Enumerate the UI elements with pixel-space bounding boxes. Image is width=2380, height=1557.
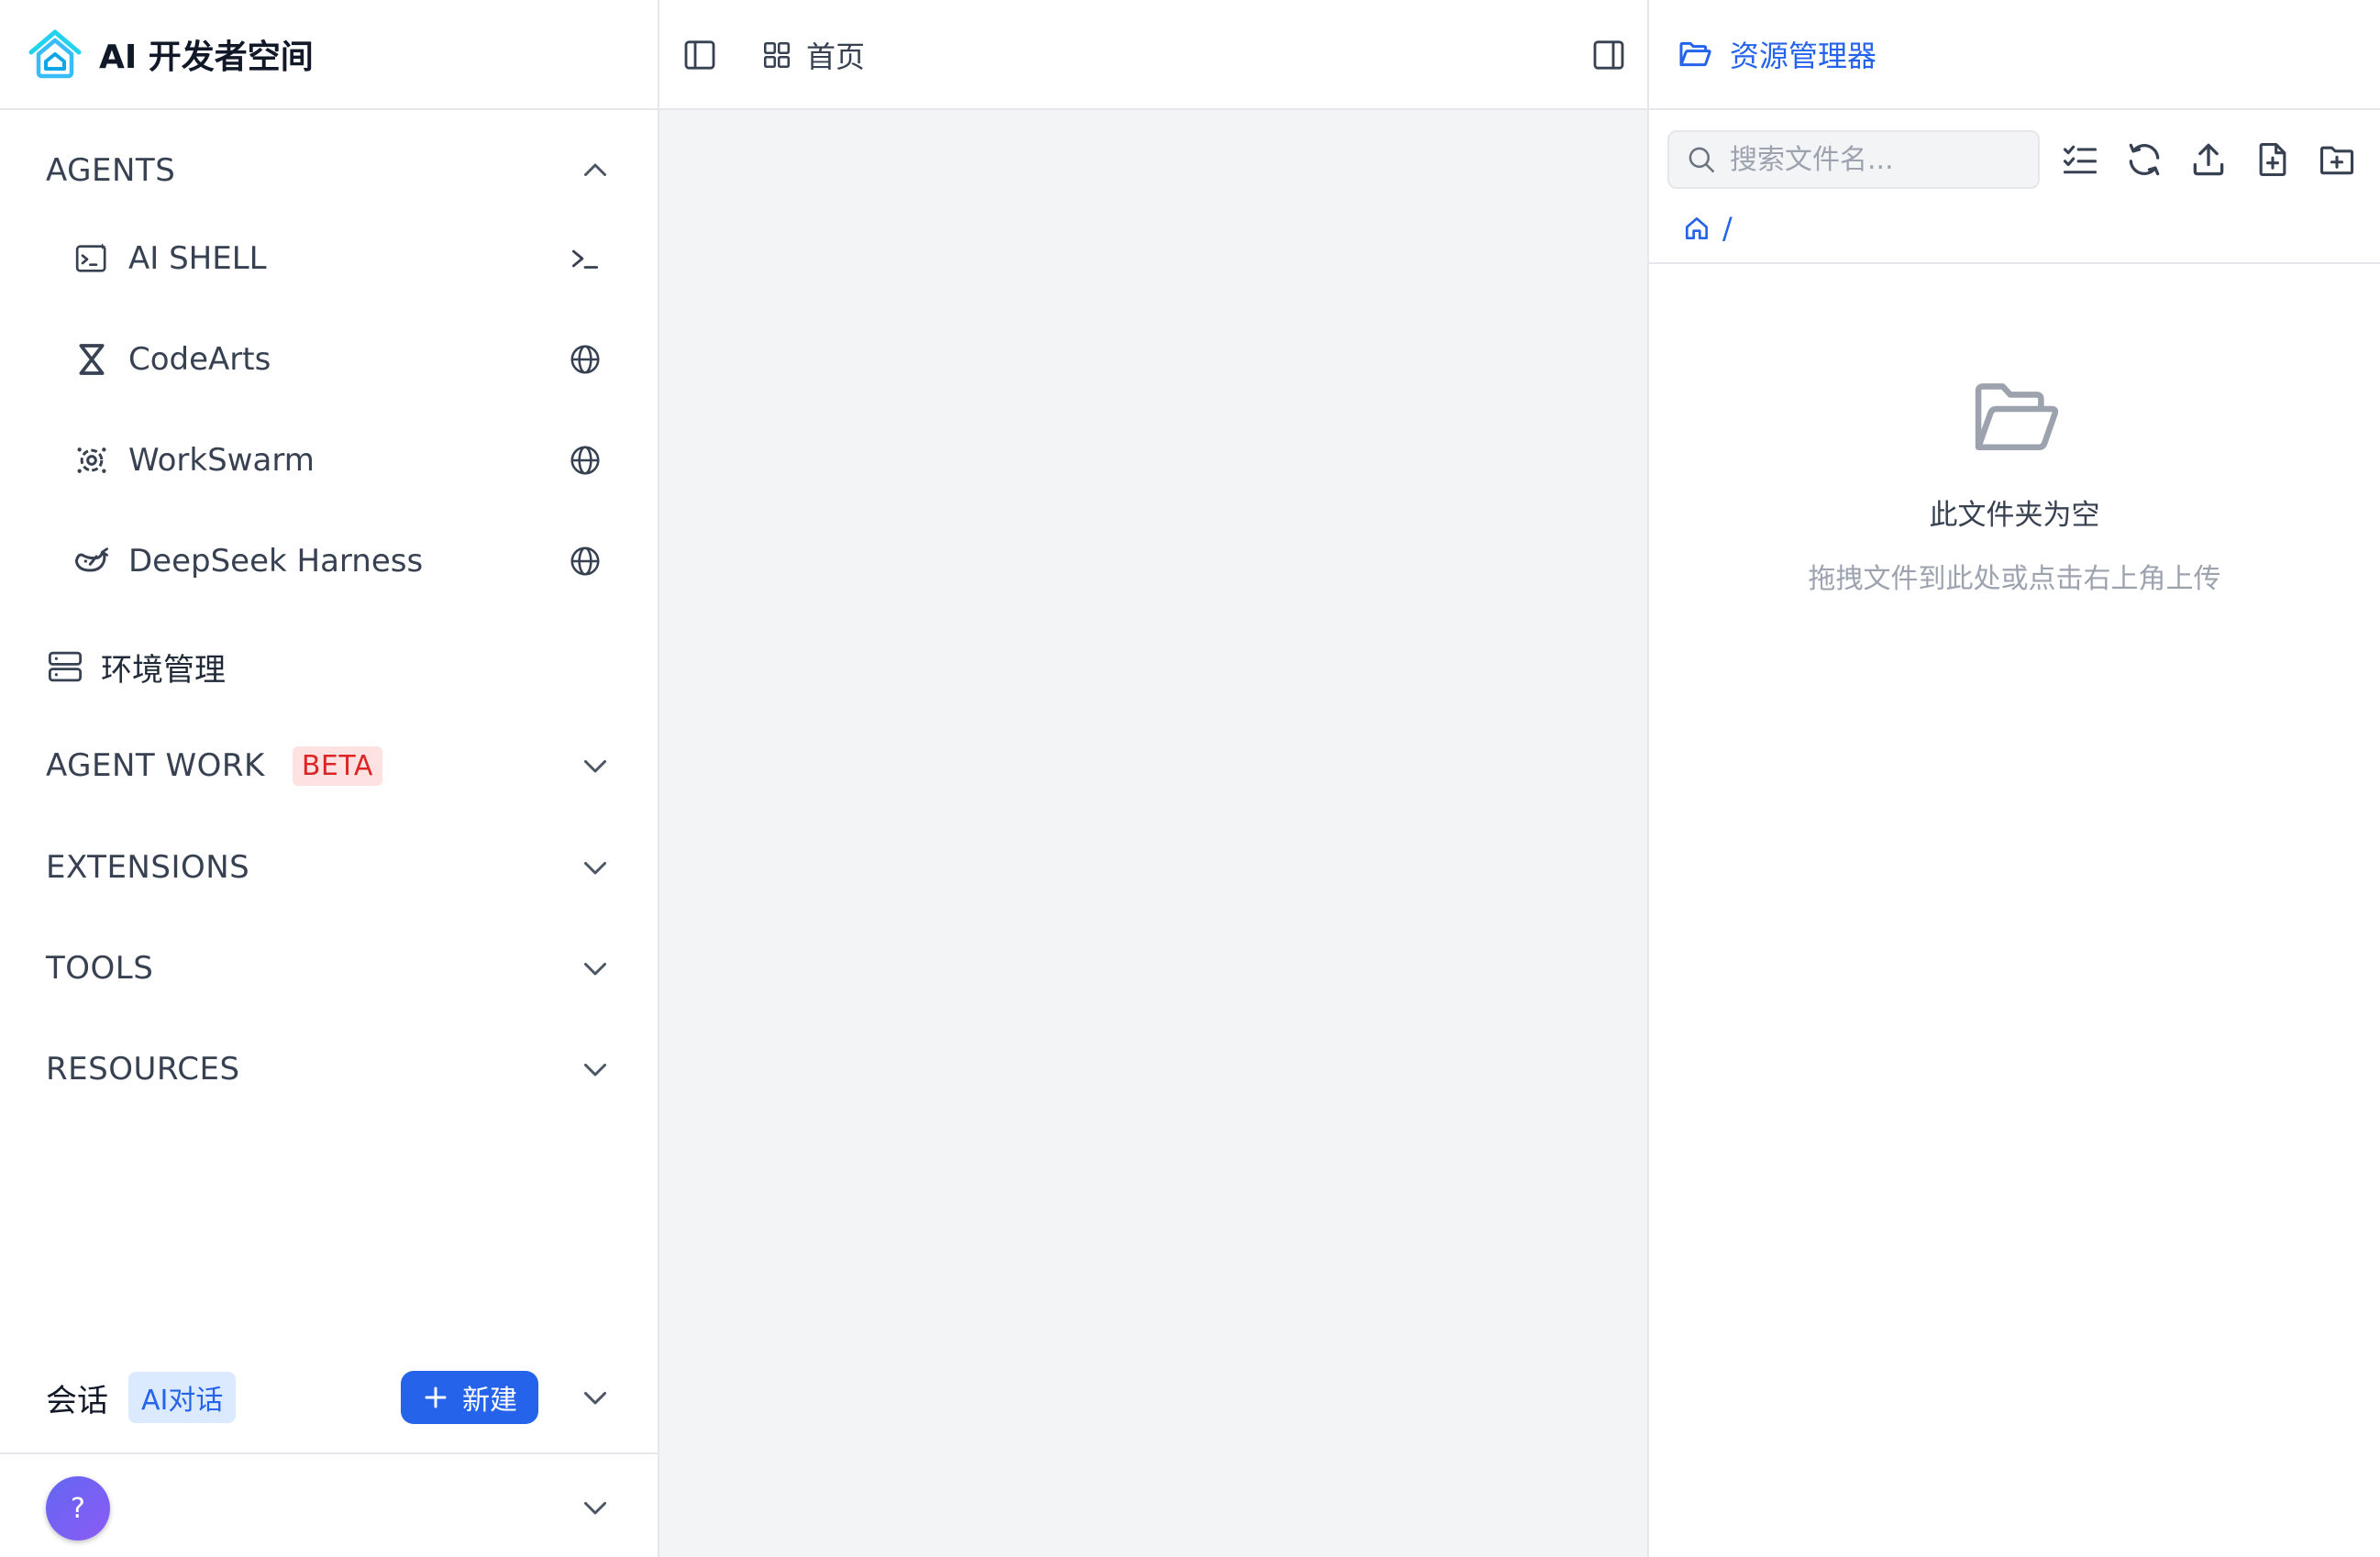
sidebar-item-env-management[interactable]: 环境管理 <box>46 635 226 699</box>
file-search-box[interactable] <box>1667 130 2040 189</box>
file-search-input[interactable] <box>1730 143 2023 176</box>
chevron-up-icon <box>584 163 606 176</box>
globe-icon[interactable] <box>568 443 603 478</box>
help-button[interactable]: ? <box>46 1476 110 1540</box>
main-canvas: 首页 <box>659 0 1647 1557</box>
main-header: 首页 <box>659 0 1647 110</box>
new-file-icon[interactable] <box>2253 139 2293 180</box>
new-chat-label: 新建 <box>462 1386 517 1416</box>
chevron-down-icon <box>584 862 606 875</box>
tab-home-label: 首页 <box>806 39 866 74</box>
codearts-logo-icon <box>79 344 105 375</box>
resource-explorer: 资源管理器 搜索文件名... / 此文件夹为空 拖拽文件到此处或点击右上角上传 <box>1647 0 2380 1557</box>
agent-item-label: DeepSeek Harness <box>128 543 424 580</box>
section-agents[interactable]: AGENTS <box>46 141 612 200</box>
chevron-down-icon[interactable] <box>579 1491 612 1524</box>
brand-title: AI 开发者空间 <box>99 39 314 76</box>
empty-state-hint: 拖拽文件到此处或点击右上角上传 <box>1808 563 2221 595</box>
checklist-icon[interactable] <box>2060 139 2100 180</box>
help-label: ? <box>71 1492 85 1525</box>
folder-open-icon <box>1679 41 1711 67</box>
empty-folder-icon <box>1975 383 2059 450</box>
divider <box>1649 262 2380 264</box>
new-chat-button[interactable]: 新建 <box>401 1371 538 1424</box>
agent-item-label: AI SHELL <box>128 240 267 277</box>
globe-icon[interactable] <box>568 342 603 377</box>
server-icon <box>48 651 83 682</box>
ai-chat-badge: AI对话 <box>128 1372 237 1423</box>
breadcrumb: / <box>1682 207 1732 249</box>
home-icon[interactable] <box>1682 214 1711 243</box>
refresh-icon[interactable] <box>2124 139 2164 180</box>
house-layers-icon <box>28 29 82 79</box>
chat-title: 会话 <box>46 1382 108 1419</box>
terminal-prompt-icon[interactable] <box>568 241 603 276</box>
whale-icon <box>74 547 108 572</box>
section-agents-title: AGENTS <box>46 152 176 189</box>
swarm-gear-icon <box>77 447 106 473</box>
section-resources-title: RESOURCES <box>46 1051 240 1088</box>
upload-icon[interactable] <box>2188 139 2229 180</box>
section-tools-title: TOOLS <box>46 950 154 987</box>
agent-item-workswarm[interactable]: WorkSwarm <box>73 428 612 492</box>
chevron-down-icon[interactable] <box>579 1381 612 1414</box>
agent-item-label: WorkSwarm <box>128 442 315 479</box>
chevron-down-icon <box>584 760 606 773</box>
section-agent-work[interactable]: AGENT WORK BETA <box>46 736 612 795</box>
search-icon <box>1688 147 1715 173</box>
section-extensions-title: EXTENSIONS <box>46 849 250 886</box>
section-resources[interactable]: RESOURCES <box>46 1040 612 1099</box>
tab-home[interactable]: 首页 <box>760 31 865 79</box>
section-tools[interactable]: TOOLS <box>46 939 612 998</box>
beta-badge: BETA <box>292 745 382 786</box>
chevron-down-icon <box>584 963 606 976</box>
app-window: AI 开发者空间 AGENTS AI SHELL CodeArts WorkSw… <box>0 0 2380 1557</box>
agent-item-label: CodeArts <box>128 341 271 378</box>
breadcrumb-separator: / <box>1722 211 1732 246</box>
chevron-down-icon <box>584 1064 606 1077</box>
sidebar-toggle-icon[interactable] <box>681 37 718 73</box>
agent-item-ai-shell[interactable]: AI SHELL <box>73 226 612 291</box>
chat-section: 会话 AI对话 新建 <box>46 1364 612 1430</box>
grid-icon <box>763 41 791 69</box>
globe-icon[interactable] <box>568 544 603 579</box>
sidebar: AI 开发者空间 AGENTS AI SHELL CodeArts WorkSw… <box>0 0 659 1557</box>
agent-item-codearts[interactable]: CodeArts <box>73 327 612 392</box>
terminal-sparkle-icon <box>75 243 106 272</box>
section-agent-work-title: AGENT WORK <box>46 747 265 784</box>
brand-header[interactable]: AI 开发者空间 <box>0 0 658 110</box>
agent-item-deepseek-harness[interactable]: DeepSeek Harness <box>73 529 612 593</box>
empty-state-title: 此文件夹为空 <box>1929 499 2100 532</box>
plus-icon <box>425 1386 447 1408</box>
env-management-label: 环境管理 <box>101 651 226 689</box>
panel-toggle-icon[interactable] <box>1590 37 1627 73</box>
explorer-header: 资源管理器 <box>1649 0 2380 110</box>
section-extensions[interactable]: EXTENSIONS <box>46 838 612 897</box>
sidebar-footer: ? <box>0 1452 658 1557</box>
new-folder-icon[interactable] <box>2317 139 2357 180</box>
explorer-title: 资源管理器 <box>1730 39 1877 73</box>
